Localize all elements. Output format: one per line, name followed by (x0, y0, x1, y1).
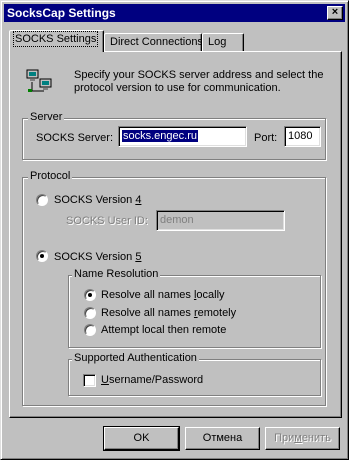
window-title: SocksCap Settings (7, 6, 116, 20)
protocol-group-label: Protocol (28, 170, 73, 183)
socks-user-id-input[interactable]: demon (156, 210, 285, 231)
socks-server-value: socks.engec.ru (122, 130, 198, 142)
resolve-remotely-radio[interactable] (84, 307, 96, 319)
network-computers-icon (26, 69, 52, 93)
socks-server-label: SOCKS Server: (36, 132, 114, 144)
socks-server-input[interactable]: socks.engec.ru (118, 126, 247, 147)
server-group-label: Server (28, 111, 65, 124)
tab-direct-connections-label: Direct Connections (110, 36, 203, 48)
port-value: 1080 (288, 130, 313, 142)
name-resolution-label: Name Resolution (72, 268, 161, 281)
auth-group-label: Supported Authentication (72, 352, 199, 365)
settings-window: SocksCap Settings × SOCKS Settings Direc… (0, 0, 349, 460)
title-bar[interactable]: SocksCap Settings × (4, 4, 345, 22)
socks-v5-radio[interactable] (36, 250, 48, 262)
tab-log[interactable]: Log (202, 33, 244, 52)
resolve-remotely-label[interactable]: Resolve all names remotely (101, 307, 236, 320)
port-label: Port: (254, 132, 278, 144)
tab-log-label: Log (208, 36, 227, 48)
close-icon[interactable]: × (327, 6, 343, 20)
socks-user-id-value: demon (160, 214, 194, 226)
attempt-local-then-remote-label[interactable]: Attempt local then remote (101, 324, 226, 337)
tab-panel-socks-settings: Specify your SOCKS server address and se… (9, 51, 342, 418)
tab-socks-settings-label: SOCKS Settings (12, 31, 99, 47)
username-password-label[interactable]: Username/Password (101, 374, 203, 387)
tab-socks-settings[interactable]: SOCKS Settings (9, 30, 104, 52)
socks-v4-label[interactable]: SOCKS Version 4 (54, 194, 141, 207)
username-password-checkbox[interactable] (83, 374, 96, 387)
attempt-local-then-remote-radio[interactable] (84, 324, 96, 336)
cancel-button[interactable]: Отмена (185, 427, 260, 450)
socks-user-id-label: SOCKS User ID: (66, 215, 148, 227)
socks-v4-radio[interactable] (36, 194, 48, 206)
port-input[interactable]: 1080 (284, 126, 321, 147)
tab-direct-connections[interactable]: Direct Connections (104, 33, 203, 52)
socks-v5-label[interactable]: SOCKS Version 5 (54, 251, 141, 264)
intro-line-2: protocol version to use for communicatio… (74, 82, 281, 94)
resolve-locally-radio[interactable] (84, 289, 96, 301)
ok-button[interactable]: OK (103, 426, 180, 451)
apply-button[interactable]: Применить (265, 427, 340, 450)
resolve-locally-label[interactable]: Resolve all names locally (101, 289, 225, 302)
intro-line-1: Specify your SOCKS server address and se… (74, 69, 324, 81)
